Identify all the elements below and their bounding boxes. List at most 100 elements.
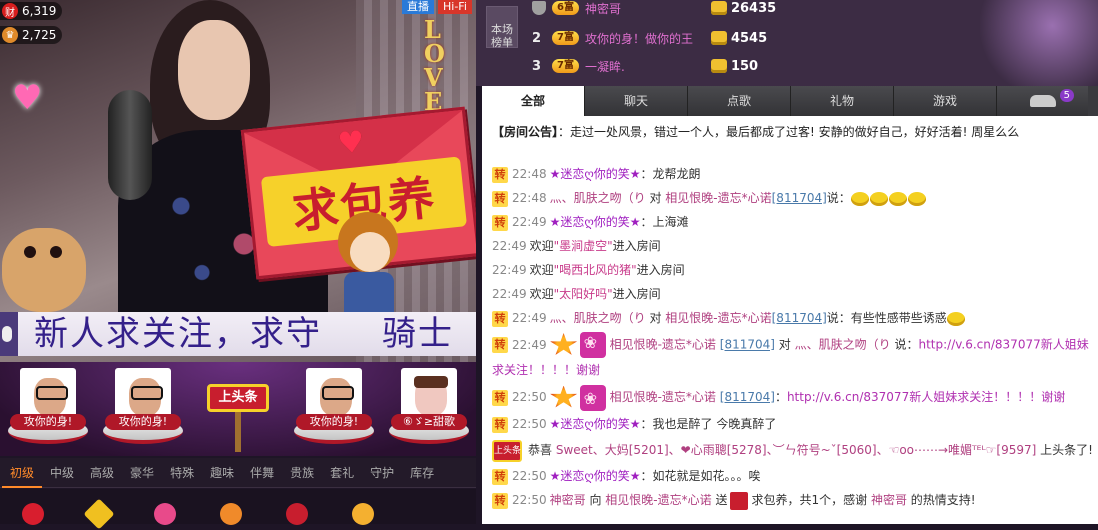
forward-button[interactable]: 转: [492, 166, 508, 183]
candy-gift-icon: [220, 503, 242, 525]
message-text: ：上海滩: [640, 215, 689, 229]
thanks-name[interactable]: 神密哥: [871, 493, 907, 507]
rank-user-name[interactable]: 一凝眸.: [585, 58, 711, 75]
rose-badge-icon: [579, 384, 606, 414]
gift-items-row: [0, 489, 476, 530]
gift-tab-high[interactable]: 高级: [82, 458, 122, 488]
ranking-label[interactable]: 本场 榜单: [486, 6, 518, 49]
sender-name[interactable]: 灬、肌肤之吻（り: [550, 191, 646, 205]
gift-tab-inventory[interactable]: 库存: [402, 458, 442, 488]
gift-tab-fun[interactable]: 趣味: [202, 458, 242, 488]
visitor-name[interactable]: "太阳好吗": [554, 287, 613, 301]
gift-tab-guard[interactable]: 守护: [362, 458, 402, 488]
forward-button[interactable]: 转: [492, 310, 508, 327]
tab-games[interactable]: 游戏: [894, 86, 997, 116]
forward-button[interactable]: 转: [492, 190, 508, 207]
gift-tab-luxury[interactable]: 豪华: [122, 458, 162, 488]
gift-tab-basic[interactable]: 初级: [2, 458, 43, 488]
forward-button[interactable]: 转: [492, 492, 508, 509]
gift-item[interactable]: [132, 489, 198, 525]
gift-tab-dance[interactable]: 伴舞: [242, 458, 282, 488]
forward-button[interactable]: 转: [492, 468, 508, 485]
sender-name[interactable]: 相见恨晚-遗忘*心诺: [610, 390, 716, 404]
rank-score: 4545: [730, 30, 768, 46]
user-id[interactable]: [811704]: [772, 311, 827, 325]
system-message: 22:49 欢迎"墨涧虚空"进入房间: [482, 234, 1098, 258]
message-text: ：如花就是如花。。。唉: [640, 469, 761, 483]
tab-cars[interactable]: 5: [997, 86, 1088, 116]
message-time: 22:49: [512, 311, 547, 325]
gift-item[interactable]: [66, 489, 132, 530]
gift-item[interactable]: [0, 489, 66, 525]
tab-song-request[interactable]: 点歌: [688, 86, 791, 116]
sender-name[interactable]: 神密哥: [550, 493, 586, 507]
message-text: 说：有些性感带些诱惑: [826, 311, 947, 325]
gift-item[interactable]: [264, 489, 330, 525]
guest-card[interactable]: 攻你的身!: [286, 362, 381, 456]
rank-user-name[interactable]: 神密哥: [585, 0, 711, 17]
message-time: 22:49: [512, 337, 547, 352]
video-player[interactable]: LOVE ♥ 财 6,319 ♛ 2,725 直播 Hi-Fi ♥ 求包养 新人…: [0, 0, 476, 362]
gift-item[interactable]: [330, 489, 396, 525]
target-name[interactable]: 相见恨晚-遗忘*心诺: [665, 311, 771, 325]
rank-row-1[interactable]: 6富 神密哥 26435: [532, 0, 952, 22]
message-time: 22:50: [512, 469, 547, 483]
rank-row-2[interactable]: 2 7富 攻你的身！做你的王 4545: [532, 24, 952, 52]
tab-all[interactable]: 全部: [482, 86, 585, 116]
guest-card[interactable]: 攻你的身!: [0, 362, 95, 456]
chat-message: 转 22:50 ★迷恋ღ你的笑★：我也是醉了 今晚真醉了: [482, 412, 1098, 436]
tab-gifts[interactable]: 礼物: [791, 86, 894, 116]
forward-button[interactable]: 转: [492, 389, 508, 406]
visitor-name[interactable]: "墨涧虚空": [554, 239, 613, 253]
visitor-name[interactable]: "喝西北风的猪": [554, 263, 637, 277]
gold-gift-icon: [83, 498, 115, 530]
gift-tab-set[interactable]: 套礼: [322, 458, 362, 488]
rank-row-3[interactable]: 3 7富 一凝眸. 150: [532, 52, 952, 80]
enter-text: 进入房间: [612, 239, 661, 253]
forward-button[interactable]: 转: [492, 214, 508, 231]
congrats-word: 恭喜: [528, 443, 553, 457]
headline-user-names[interactable]: Sweet、大妈[5201]、❤心雨聰[5278]、︶ㄣ符号~ˇ[5060]、☜…: [556, 443, 1036, 457]
rank-number: 2: [532, 30, 542, 46]
emoji-icon: [869, 191, 888, 206]
gift-tab-mid[interactable]: 中级: [42, 458, 82, 488]
message-link[interactable]: http://v.6.cn/837077新人姐妹求关注！！！！谢谢: [787, 390, 1065, 404]
chat-log[interactable]: 【房间公告】：走过一处风景，错过一个人，最后都成了过客! 安静的做好自己，好好活…: [482, 116, 1098, 524]
room-announcement: 【房间公告】：走过一处风景，错过一个人，最后都成了过客! 安静的做好自己，好好活…: [482, 116, 1098, 162]
tab-chat[interactable]: 聊天: [585, 86, 688, 116]
user-id[interactable]: [811704]: [772, 191, 827, 205]
forward-button[interactable]: 转: [492, 337, 508, 353]
gift-tab-noble[interactable]: 贵族: [282, 458, 322, 488]
guest-name: 攻你的身!: [296, 414, 372, 430]
guest-card[interactable]: 攻你的身!: [95, 362, 190, 456]
studio-microphone: [108, 90, 152, 200]
sender-name[interactable]: ★迷恋ღ你的笑★: [550, 167, 641, 181]
user-id[interactable]: [811704]: [720, 338, 775, 352]
headline-sign: 上头条: [207, 372, 269, 452]
microphone-icon[interactable]: [2, 326, 12, 342]
target-name[interactable]: 相见恨晚-遗忘*心诺: [665, 191, 771, 205]
headline-slot[interactable]: 上头条: [190, 362, 286, 456]
coin-icon: [710, 1, 727, 15]
message-text: 上头条了!: [1040, 443, 1093, 457]
guest-card[interactable]: ⑥ゞ≥甜歌: [381, 362, 476, 456]
gift-tab-special[interactable]: 特殊: [162, 458, 202, 488]
sender-name[interactable]: 灬、肌肤之吻（り: [550, 311, 646, 325]
heart-icon: ♥: [335, 124, 367, 163]
fans-counter: ♛ 2,725: [0, 26, 63, 44]
rank-user-name[interactable]: 攻你的身！做你的王: [585, 30, 711, 47]
sender-name[interactable]: ★迷恋ღ你的笑★: [550, 215, 641, 229]
target-name[interactable]: 灬、肌肤之吻（り: [795, 338, 891, 352]
sender-name[interactable]: ★迷恋ღ你的笑★: [550, 469, 641, 483]
rank-background-decoration: [946, 0, 1098, 86]
send-word: 送: [715, 493, 728, 507]
user-id[interactable]: [811704]: [720, 390, 775, 404]
gift-item[interactable]: [198, 489, 264, 525]
headline-sign-pole: [235, 412, 241, 452]
target-name[interactable]: 相见恨晚-遗忘*心诺: [605, 493, 711, 507]
sender-name[interactable]: 相见恨晚-遗忘*心诺: [610, 338, 716, 352]
forward-button[interactable]: 转: [492, 416, 508, 433]
sender-name[interactable]: ★迷恋ღ你的笑★: [550, 417, 641, 431]
to-word: 对: [778, 337, 791, 352]
rank-number: 3: [532, 58, 542, 74]
